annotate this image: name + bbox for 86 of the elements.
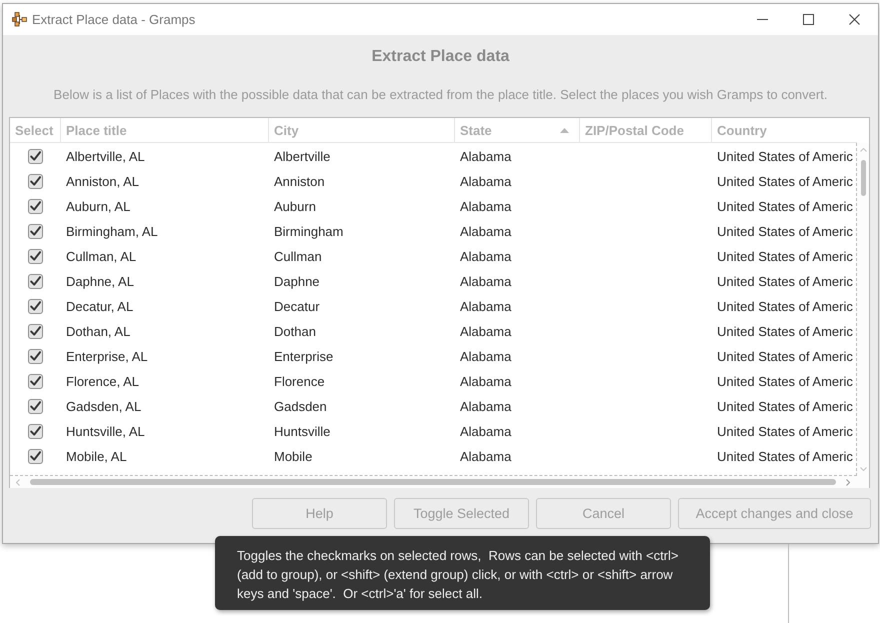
maximize-icon[interactable] — [803, 14, 814, 25]
table-cell-text: Alabama — [459, 223, 512, 241]
column-header[interactable]: ZIP/Postal Code — [580, 118, 712, 142]
table-cell-text: United States of Americ — [716, 323, 854, 341]
table-cell-text: Huntsville — [273, 423, 332, 441]
table-cell-text: Auburn — [273, 198, 317, 216]
dialog-button[interactable]: Accept changes and close — [678, 498, 871, 529]
table-cell-text: Gadsden — [273, 398, 328, 416]
table-cell-text: United States of Americ — [716, 173, 854, 191]
table-cell-text: United States of Americ — [716, 348, 854, 366]
column-header[interactable]: Country — [712, 118, 857, 142]
description-text: Below is a list of Places with the possible data that can be extracted from the place title. Select the places you wish Gramps to convert. — [52, 87, 828, 103]
table-cell-text: Dothan — [273, 323, 317, 341]
table-cell-text: Birmingham — [273, 223, 344, 241]
table-cell-text: Florence, AL — [65, 373, 140, 391]
table-cell-text: Cullman — [273, 248, 323, 266]
column-header[interactable]: Select — [10, 118, 61, 142]
table-cell-text: Alabama — [459, 448, 512, 466]
horizontal-scrollbar[interactable] — [10, 476, 869, 488]
table-cell-text: Florence — [273, 373, 326, 391]
table-cell-text: Alabama — [459, 148, 512, 166]
table-cell-text: Enterprise — [273, 348, 334, 366]
table-cell-text: Alabama — [459, 198, 512, 216]
column-header[interactable]: State — [455, 118, 580, 142]
checkbox[interactable] — [28, 274, 43, 289]
table-cell-text: Decatur — [273, 298, 321, 316]
table-cell-text: United States of Americ — [716, 248, 854, 266]
close-icon[interactable] — [849, 14, 860, 25]
table-cell-text: United States of Americ — [716, 273, 854, 291]
table-cell-text: Albertville, AL — [65, 148, 146, 166]
checkbox[interactable] — [28, 224, 43, 239]
checkbox[interactable] — [28, 449, 43, 464]
table-cell-text: Alabama — [459, 373, 512, 391]
dialog-button[interactable]: Toggle Selected — [394, 498, 529, 529]
table-cell-text: Mobile, AL — [65, 448, 128, 466]
table-cell-text: Enterprise, AL — [65, 348, 149, 366]
table-cell-text: Auburn, AL — [65, 198, 132, 216]
table-cell-text: Daphne — [273, 273, 321, 291]
table-cell-text: Anniston, AL — [65, 173, 140, 191]
table-cell-text: Alabama — [459, 273, 512, 291]
table-cell-text: United States of Americ — [716, 373, 854, 391]
table-cell-text: Birmingham, AL — [65, 223, 159, 241]
tooltip: Toggles the checkmarks on selected rows, Rows can be selected with <ctrl> (add to group), or <shift> (extend group) click, or with <ctrl> or <shift> arrow keys and 'space'. Or <ctrl>'a' for select all. — [215, 536, 710, 610]
table-cell-text: Alabama — [459, 173, 512, 191]
dialog-button[interactable]: Cancel — [536, 498, 671, 529]
tree-chart-icon — [12, 12, 27, 27]
checkbox[interactable] — [28, 249, 43, 264]
table-cell-text: Mobile — [273, 448, 314, 466]
table-cell-text: United States of Americ — [716, 298, 854, 316]
table-cell-text: United States of Americ — [716, 198, 854, 216]
table-cell-text: United States of Americ — [716, 423, 854, 441]
table-cell-text: Decatur, AL — [65, 298, 134, 316]
scrollbar-thumb[interactable] — [30, 479, 836, 485]
table-cell-text: Cullman, AL — [65, 248, 138, 266]
checkbox[interactable] — [28, 299, 43, 314]
checkbox[interactable] — [28, 174, 43, 189]
column-header[interactable]: City — [269, 118, 455, 142]
table-cell-text: Alabama — [459, 348, 512, 366]
table-cell-text: Huntsville, AL — [65, 423, 146, 441]
checkbox[interactable] — [28, 149, 43, 164]
dialog-heading: Extract Place data — [370, 47, 510, 67]
table-cell-text: Daphne, AL — [65, 273, 135, 291]
table-cell-text: United States of Americ — [716, 223, 854, 241]
checkbox[interactable] — [28, 424, 43, 439]
table-cell-text: Alabama — [459, 298, 512, 316]
table-cell-text: Dothan, AL — [65, 323, 132, 341]
table-cell-text: Alabama — [459, 248, 512, 266]
scrollbar-thumb[interactable] — [860, 160, 866, 196]
chevron-right-icon[interactable] — [846, 478, 850, 486]
table-cell-text: Alabama — [459, 398, 512, 416]
checkbox[interactable] — [28, 374, 43, 389]
table-cell-text: United States of Americ — [716, 398, 854, 416]
table-cell-text: Anniston — [273, 173, 326, 191]
table-cell-text: United States of Americ — [716, 448, 854, 466]
table-cell-text: Gadsden, AL — [65, 398, 142, 416]
dialog-button[interactable]: Help — [252, 498, 387, 529]
table-cell-text: Alabama — [459, 423, 512, 441]
checkbox[interactable] — [28, 399, 43, 414]
table-cell-text: Alabama — [459, 323, 512, 341]
checkbox[interactable] — [28, 324, 43, 339]
table-cell-text: United States of Americ — [716, 148, 854, 166]
window-title: Extract Place data - Gramps — [32, 12, 196, 27]
column-header[interactable]: Place title — [61, 118, 269, 142]
table-cell-text: Albertville — [273, 148, 332, 166]
checkbox[interactable] — [28, 349, 43, 364]
checkbox[interactable] — [28, 199, 43, 214]
